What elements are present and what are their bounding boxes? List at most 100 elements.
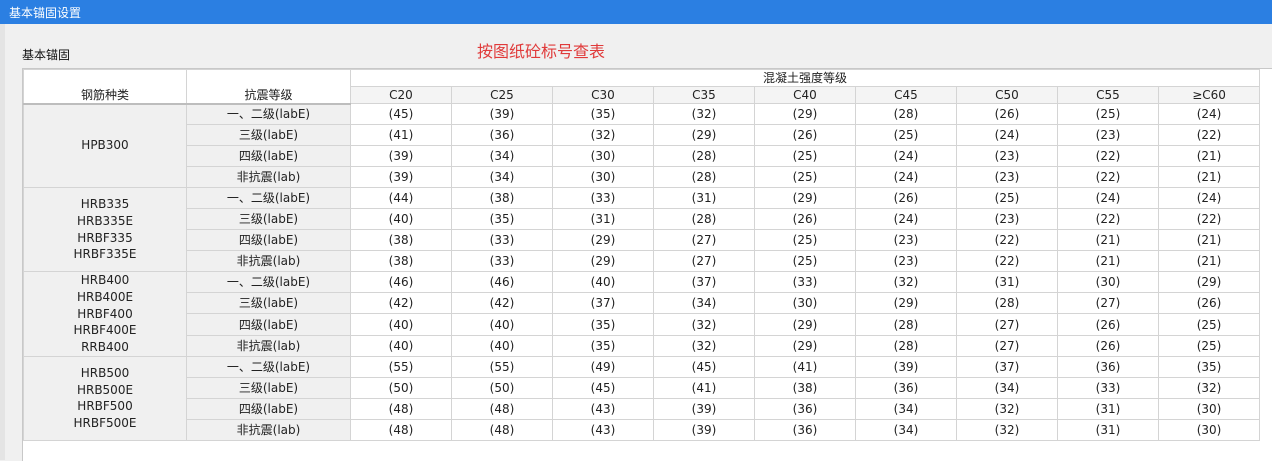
anchorage-value-cell[interactable]: (39)	[451, 103, 553, 125]
anchorage-value-cell[interactable]: (29)	[653, 124, 755, 146]
anchorage-value-cell[interactable]: (40)	[451, 334, 553, 357]
anchorage-value-cell[interactable]: (27)	[956, 313, 1058, 336]
anchorage-value-cell[interactable]: (33)	[552, 187, 654, 209]
anchorage-value-cell[interactable]: (34)	[451, 166, 553, 188]
anchorage-value-cell[interactable]: (28)	[653, 145, 755, 167]
anchorage-value-cell[interactable]: (35)	[552, 334, 654, 357]
anchorage-value-cell[interactable]: (22)	[1157, 208, 1261, 230]
anchorage-value-cell[interactable]: (22)	[1057, 208, 1159, 230]
anchorage-value-cell[interactable]: (45)	[552, 376, 654, 399]
anchorage-value-cell[interactable]: (37)	[956, 355, 1058, 378]
anchorage-value-cell[interactable]: (32)	[552, 124, 654, 146]
anchorage-value-cell[interactable]: (32)	[1157, 376, 1261, 399]
anchorage-value-cell[interactable]: (22)	[1057, 166, 1159, 188]
anchorage-value-cell[interactable]: (35)	[552, 103, 654, 125]
anchorage-value-cell[interactable]: (48)	[350, 397, 452, 420]
anchorage-value-cell[interactable]: (24)	[1157, 187, 1261, 209]
anchorage-value-cell[interactable]: (24)	[1057, 187, 1159, 209]
anchorage-value-cell[interactable]: (23)	[855, 229, 957, 251]
anchorage-value-cell[interactable]: (32)	[956, 397, 1058, 420]
anchorage-value-cell[interactable]: (35)	[1157, 355, 1261, 378]
anchorage-value-cell[interactable]: (33)	[451, 229, 553, 251]
anchorage-value-cell[interactable]: (28)	[855, 313, 957, 336]
anchorage-value-cell[interactable]: (29)	[754, 334, 856, 357]
anchorage-value-cell[interactable]: (25)	[1157, 334, 1261, 357]
anchorage-value-cell[interactable]: (35)	[552, 313, 654, 336]
anchorage-value-cell[interactable]: (40)	[350, 208, 452, 230]
anchorage-value-cell[interactable]: (38)	[350, 229, 452, 251]
anchorage-value-cell[interactable]: (39)	[350, 145, 452, 167]
anchorage-value-cell[interactable]: (26)	[956, 103, 1058, 125]
anchorage-value-cell[interactable]: (31)	[653, 187, 755, 209]
anchorage-value-cell[interactable]: (31)	[1057, 397, 1159, 420]
anchorage-value-cell[interactable]: (23)	[956, 166, 1058, 188]
anchorage-value-cell[interactable]: (48)	[451, 397, 553, 420]
anchorage-value-cell[interactable]: (32)	[855, 270, 957, 294]
anchorage-value-cell[interactable]: (46)	[350, 270, 452, 294]
anchorage-value-cell[interactable]: (25)	[956, 187, 1058, 209]
anchorage-value-cell[interactable]: (25)	[1057, 103, 1159, 125]
anchorage-value-cell[interactable]: (36)	[754, 397, 856, 420]
anchorage-value-cell[interactable]: (26)	[754, 208, 856, 230]
anchorage-value-cell[interactable]: (28)	[855, 103, 957, 125]
anchorage-value-cell[interactable]: (44)	[350, 187, 452, 209]
anchorage-value-cell[interactable]: (32)	[653, 103, 755, 125]
anchorage-value-cell[interactable]: (33)	[754, 270, 856, 294]
anchorage-value-cell[interactable]: (28)	[855, 334, 957, 357]
anchorage-value-cell[interactable]: (28)	[653, 166, 755, 188]
anchorage-value-cell[interactable]: (34)	[855, 418, 957, 441]
anchorage-value-cell[interactable]: (41)	[653, 376, 755, 399]
anchorage-value-cell[interactable]: (30)	[1157, 418, 1261, 441]
anchorage-value-cell[interactable]: (43)	[552, 397, 654, 420]
anchorage-value-cell[interactable]: (21)	[1157, 145, 1261, 167]
anchorage-value-cell[interactable]: (29)	[552, 250, 654, 272]
anchorage-value-cell[interactable]: (55)	[350, 355, 452, 378]
anchorage-value-cell[interactable]: (21)	[1157, 229, 1261, 251]
anchorage-value-cell[interactable]: (33)	[451, 250, 553, 272]
anchorage-value-cell[interactable]: (32)	[956, 418, 1058, 441]
anchorage-value-cell[interactable]: (29)	[1157, 270, 1261, 294]
anchorage-value-cell[interactable]: (40)	[350, 313, 452, 336]
anchorage-value-cell[interactable]: (39)	[855, 355, 957, 378]
anchorage-value-cell[interactable]: (30)	[1157, 397, 1261, 420]
anchorage-value-cell[interactable]: (27)	[653, 229, 755, 251]
anchorage-value-cell[interactable]: (31)	[1057, 418, 1159, 441]
anchorage-value-cell[interactable]: (36)	[855, 376, 957, 399]
anchorage-value-cell[interactable]: (23)	[855, 250, 957, 272]
anchorage-value-cell[interactable]: (29)	[754, 187, 856, 209]
anchorage-value-cell[interactable]: (40)	[350, 334, 452, 357]
anchorage-value-cell[interactable]: (28)	[956, 292, 1058, 315]
anchorage-value-cell[interactable]: (24)	[855, 145, 957, 167]
anchorage-value-cell[interactable]: (24)	[855, 166, 957, 188]
anchorage-value-cell[interactable]: (37)	[552, 292, 654, 315]
anchorage-value-cell[interactable]: (25)	[754, 145, 856, 167]
anchorage-value-cell[interactable]: (36)	[754, 418, 856, 441]
anchorage-value-cell[interactable]: (23)	[956, 208, 1058, 230]
anchorage-value-cell[interactable]: (26)	[1057, 313, 1159, 336]
anchorage-value-cell[interactable]: (45)	[350, 103, 452, 125]
anchorage-value-cell[interactable]: (25)	[754, 250, 856, 272]
anchorage-value-cell[interactable]: (48)	[350, 418, 452, 441]
anchorage-value-cell[interactable]: (22)	[1157, 124, 1261, 146]
anchorage-value-cell[interactable]: (32)	[653, 334, 755, 357]
anchorage-value-cell[interactable]: (21)	[1157, 250, 1261, 272]
anchorage-value-cell[interactable]: (22)	[956, 229, 1058, 251]
anchorage-value-cell[interactable]: (34)	[956, 376, 1058, 399]
anchorage-value-cell[interactable]: (22)	[956, 250, 1058, 272]
anchorage-value-cell[interactable]: (46)	[451, 270, 553, 294]
anchorage-value-cell[interactable]: (31)	[956, 270, 1058, 294]
anchorage-value-cell[interactable]: (29)	[855, 292, 957, 315]
anchorage-value-cell[interactable]: (27)	[956, 334, 1058, 357]
anchorage-value-cell[interactable]: (48)	[451, 418, 553, 441]
anchorage-value-cell[interactable]: (24)	[956, 124, 1058, 146]
anchorage-value-cell[interactable]: (35)	[451, 208, 553, 230]
anchorage-value-cell[interactable]: (38)	[350, 250, 452, 272]
anchorage-value-cell[interactable]: (24)	[855, 208, 957, 230]
anchorage-value-cell[interactable]: (31)	[552, 208, 654, 230]
anchorage-value-cell[interactable]: (29)	[754, 313, 856, 336]
anchorage-value-cell[interactable]: (50)	[350, 376, 452, 399]
anchorage-value-cell[interactable]: (41)	[350, 124, 452, 146]
anchorage-value-cell[interactable]: (26)	[855, 187, 957, 209]
anchorage-value-cell[interactable]: (25)	[1157, 313, 1261, 336]
anchorage-value-cell[interactable]: (45)	[653, 355, 755, 378]
